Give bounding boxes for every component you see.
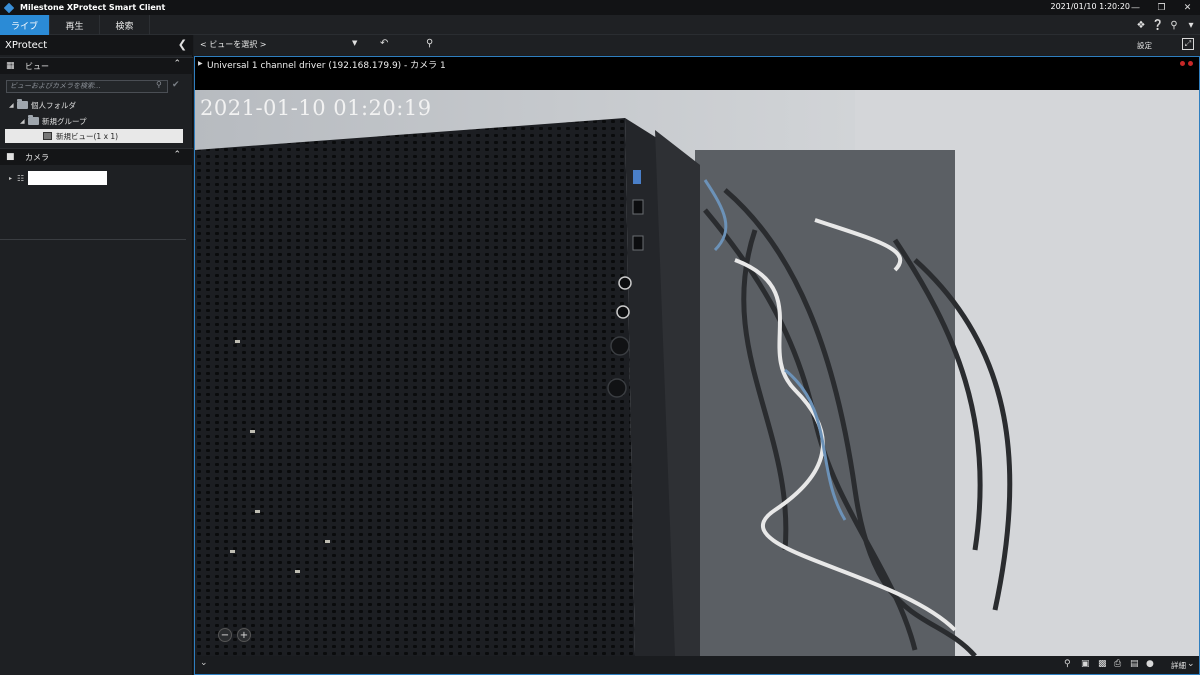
view-search-input[interactable]: ビューおよびカメラを検索... — [6, 80, 168, 93]
close-icon[interactable]: ✕ — [1179, 0, 1196, 15]
video-camera-icon: ■ — [6, 152, 15, 162]
redacted-server-name — [28, 171, 108, 185]
cameras-section-title: カメラ — [25, 152, 49, 162]
cameras-section-header[interactable]: ■ カメラ ⌃ — [0, 148, 193, 165]
camera-view-item[interactable]: ▶ Universal 1 channel driver (192.168.17… — [194, 56, 1200, 675]
video-camera-icon[interactable]: ▣ — [1081, 659, 1090, 669]
expand-arrow-icon[interactable]: ▸ — [9, 175, 17, 182]
folder-icon — [28, 115, 39, 125]
chevron-up-icon[interactable]: ⌃ — [173, 59, 181, 69]
tree-item-label: 新規グループ — [42, 116, 87, 126]
title-bar: Milestone XProtect Smart Client 2021/01/… — [0, 0, 1200, 15]
restore-icon[interactable]: ❐ — [1153, 0, 1170, 15]
tab-live[interactable]: ライブ — [0, 15, 50, 35]
live-video-feed[interactable]: 2021-01-10 01:20:19 − + — [195, 90, 1199, 656]
recording-indicator-icon — [1188, 61, 1193, 66]
folder-icon — [17, 99, 28, 109]
chevron-down-icon[interactable]: ⌄ — [200, 658, 208, 668]
grid-icon: ▦ — [6, 61, 15, 71]
live-indicator-icon — [1180, 61, 1185, 66]
undo-view-icon[interactable]: ↶ — [380, 38, 388, 49]
tree-item-new-group[interactable]: ◢ 新規グループ — [20, 114, 87, 128]
camera-title-bar: ▶ Universal 1 channel driver (192.168.17… — [195, 57, 1199, 71]
views-section-header[interactable]: ▦ ビュー ⌃ — [0, 57, 193, 74]
search-icon[interactable]: ⚲ — [156, 80, 162, 89]
tree-item-new-view[interactable]: 新規ビュー(1 x 1) — [5, 129, 183, 143]
pane-header: XProtect ❮ — [0, 35, 193, 55]
expand-arrow-icon[interactable]: ◢ — [20, 118, 28, 125]
collapse-pane-icon[interactable]: ❮ — [178, 38, 187, 51]
zoom-out-button[interactable]: − — [218, 628, 232, 642]
view-toolbar: < ビューを選択 > ▼ ↶ ⚲ 設定 ⤢ — [194, 35, 1200, 55]
print-icon[interactable]: ⎙ — [1114, 659, 1121, 669]
zoom-in-button[interactable]: + — [237, 628, 251, 642]
camera-toolbar: ⌄ ⚲ ▣ ▩ ⎙ ▤ ● 詳細 ⌄ — [195, 656, 1199, 674]
video-timestamp: 2021-01-10 01:20:19 — [200, 96, 432, 120]
pane-divider — [0, 239, 186, 240]
pane-title: XProtect — [5, 39, 48, 51]
app-title: Milestone XProtect Smart Client — [20, 3, 166, 12]
chevron-down-icon[interactable]: ⌄ — [1187, 659, 1195, 669]
current-datetime: 2021/01/10 1:20:20 — [1050, 2, 1131, 11]
search-view-icon[interactable]: ⚲ — [426, 38, 433, 49]
dropdown-arrow-icon[interactable]: ▼ — [352, 39, 357, 47]
expand-arrow-icon[interactable]: ◢ — [9, 102, 17, 109]
help-icon[interactable]: ❔ — [1151, 18, 1165, 32]
clipboard-icon[interactable]: ▤ — [1130, 659, 1139, 669]
tree-item-label: 個人フォルダ — [31, 100, 76, 110]
details-button[interactable]: 詳細 — [1171, 660, 1186, 671]
chevron-up-icon[interactable]: ⌃ — [173, 150, 181, 160]
camera-marker-icon: ▶ — [198, 60, 203, 67]
pin-icon[interactable]: ⚲ — [1167, 18, 1181, 32]
filter-icon[interactable]: ✔ — [172, 80, 180, 90]
connection-status-icon[interactable]: ❖ — [1134, 18, 1148, 32]
record-icon[interactable]: ● — [1146, 659, 1154, 669]
tab-search[interactable]: 検索 — [100, 15, 150, 35]
server-icon: ☷ — [17, 173, 25, 183]
tree-item-personal-folder[interactable]: ◢ 個人フォルダ — [9, 98, 76, 112]
views-section-title: ビュー — [25, 61, 49, 71]
fullscreen-icon[interactable]: ⤢ — [1182, 38, 1194, 50]
milestone-logo-icon — [3, 2, 15, 13]
menu-icon[interactable]: ▾ — [1184, 18, 1198, 32]
minimize-icon[interactable]: — — [1127, 0, 1144, 15]
settings-button[interactable]: 設定 — [1137, 40, 1152, 51]
tree-item-server[interactable]: ▸ ☷ — [9, 171, 108, 185]
tab-playback[interactable]: 再生 — [50, 15, 100, 35]
smart-client-window: Milestone XProtect Smart Client 2021/01/… — [0, 0, 1200, 675]
view-select-dropdown[interactable]: < ビューを選択 > — [200, 39, 267, 50]
left-pane: XProtect ❮ ▦ ビュー ⌃ ビューおよびカメラを検索... ⚲ ✔ ◢… — [0, 35, 193, 675]
workspace-tabs: ライブ 再生 検索 ❖ ❔ ⚲ ▾ — [0, 15, 1200, 35]
tree-item-label: 新規ビュー(1 x 1) — [56, 131, 119, 141]
view-layout-icon — [43, 132, 52, 140]
search-icon[interactable]: ⚲ — [1064, 659, 1071, 669]
camera-image — [195, 90, 1199, 656]
snapshot-icon[interactable]: ▩ — [1098, 659, 1107, 669]
camera-title: Universal 1 channel driver (192.168.179.… — [207, 60, 446, 71]
